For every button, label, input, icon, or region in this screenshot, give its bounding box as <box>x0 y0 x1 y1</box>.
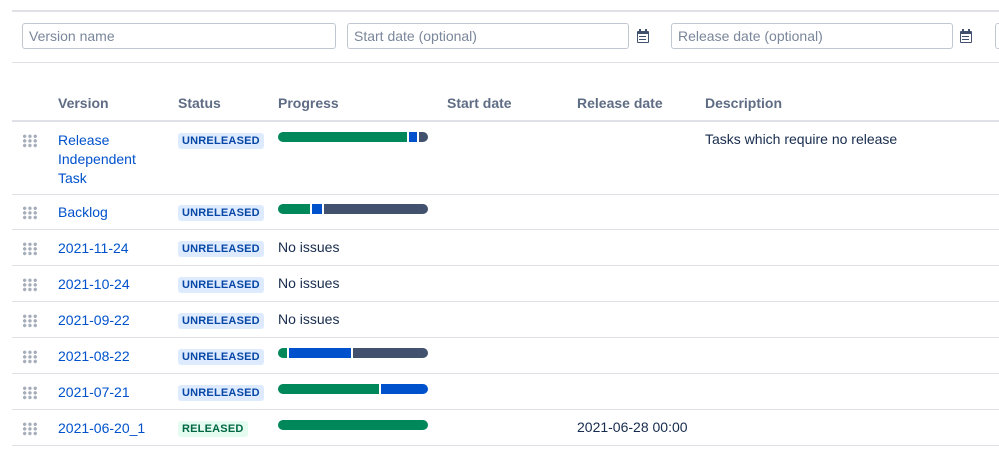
progress-bar[interactable] <box>278 420 428 430</box>
column-header-start-date: Start date <box>447 95 512 111</box>
drag-handle-icon[interactable] <box>22 314 38 328</box>
release-date-input[interactable] <box>671 23 953 49</box>
table-row: 2021-07-21 UNRELEASED <box>12 374 999 410</box>
column-header-release-date: Release date <box>577 95 663 111</box>
progress-bar[interactable] <box>278 348 428 358</box>
progress-segment-in-progress <box>378 384 428 394</box>
add-version-form <box>0 23 999 53</box>
progress-segment-done <box>278 348 287 358</box>
version-link[interactable]: 2021-08-22 <box>58 347 130 366</box>
status-badge: UNRELEASED <box>178 313 264 329</box>
calendar-icon[interactable] <box>960 29 972 43</box>
version-link[interactable]: 2021-10-24 <box>58 275 130 294</box>
drag-handle-icon[interactable] <box>22 386 38 400</box>
progress-segment-done <box>278 132 407 142</box>
table-header: Version Status Progress Start date Relea… <box>12 85 999 122</box>
progress-segment-in-progress <box>309 204 322 214</box>
version-link[interactable]: 2021-06-20_1 <box>58 419 145 438</box>
table-row: 2021-11-24 UNRELEASED No issues <box>12 230 999 266</box>
drag-handle-icon[interactable] <box>22 206 38 220</box>
description-text: Tasks which require no release <box>705 131 898 147</box>
status-badge: UNRELEASED <box>178 349 264 365</box>
description-input[interactable] <box>995 23 999 49</box>
status-badge: UNRELEASED <box>178 241 264 257</box>
progress-bar[interactable] <box>278 384 428 394</box>
progress-segment-done <box>278 204 310 214</box>
divider <box>12 62 999 63</box>
calendar-icon[interactable] <box>637 29 649 43</box>
drag-handle-icon[interactable] <box>22 242 38 256</box>
table-row: 2021-06-20_1 RELEASED 2021-06-28 00:00 <box>12 410 999 446</box>
progress-segment-done <box>278 420 428 430</box>
no-issues-text: No issues <box>278 239 340 255</box>
status-badge: UNRELEASED <box>178 277 264 293</box>
top-border <box>12 10 999 12</box>
release-date-text: 2021-06-28 00:00 <box>577 419 688 435</box>
progress-bar[interactable] <box>278 204 428 214</box>
progress-segment-todo <box>322 204 428 214</box>
no-issues-text: No issues <box>278 311 340 327</box>
table-row: 2021-08-22 UNRELEASED <box>12 338 999 374</box>
version-link[interactable]: 2021-11-24 <box>58 239 129 258</box>
table-row: Release Independent Task UNRELEASED Tasks … <box>12 122 999 195</box>
no-issues-text: No issues <box>278 275 340 291</box>
drag-handle-icon[interactable] <box>22 278 38 292</box>
column-header-progress: Progress <box>278 95 339 111</box>
drag-handle-icon[interactable] <box>22 134 38 148</box>
version-name-input[interactable] <box>22 23 336 49</box>
status-badge: RELEASED <box>178 421 248 437</box>
status-badge: UNRELEASED <box>178 205 264 221</box>
table-row: 2021-09-22 UNRELEASED No issues <box>12 302 999 338</box>
progress-segment-todo <box>350 348 428 358</box>
column-header-status: Status <box>178 95 221 111</box>
start-date-input[interactable] <box>347 23 629 49</box>
version-link[interactable]: Backlog <box>58 203 108 222</box>
column-header-description: Description <box>705 95 783 111</box>
table-row: 2021-10-24 UNRELEASED No issues <box>12 266 999 302</box>
progress-segment-todo <box>416 132 428 142</box>
progress-segment-in-progress <box>287 348 351 358</box>
column-header-version: Version <box>58 95 109 111</box>
progress-segment-in-progress <box>407 132 417 142</box>
drag-handle-icon[interactable] <box>22 422 38 436</box>
drag-handle-icon[interactable] <box>22 350 38 364</box>
status-badge: UNRELEASED <box>178 133 264 149</box>
progress-segment-done <box>278 384 379 394</box>
table-row: Backlog UNRELEASED <box>12 194 999 230</box>
version-link[interactable]: Release Independent Task <box>58 131 148 188</box>
version-link[interactable]: 2021-09-22 <box>58 311 130 330</box>
progress-bar[interactable] <box>278 132 428 142</box>
status-badge: UNRELEASED <box>178 385 264 401</box>
version-link[interactable]: 2021-07-21 <box>58 383 130 402</box>
